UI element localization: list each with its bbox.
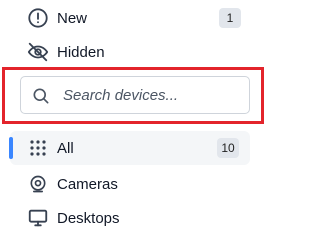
category-item-label: Desktops [57,209,120,227]
eye-off-icon [26,40,50,64]
count-badge: 1 [219,8,241,28]
monitor-icon [26,206,50,230]
category-item-label: Cameras [57,175,118,193]
count-badge: 10 [217,138,239,158]
sidebar-item-label: New [57,9,88,27]
grid-dots-icon [26,136,50,160]
category-item-label: All [57,139,74,157]
camera-icon [26,172,50,196]
search-icon [31,86,51,106]
sidebar-item-new[interactable]: New 1 [0,3,269,33]
category-item-cameras[interactable]: Cameras [0,169,269,199]
sidebar-item-hidden[interactable]: Hidden [0,37,269,67]
category-item-all[interactable]: All 10 [0,133,269,163]
category-item-desktops[interactable]: Desktops [0,203,269,233]
search-field[interactable] [20,76,250,114]
alert-circle-icon [26,6,50,30]
search-input[interactable] [63,77,243,113]
sidebar-item-label: Hidden [57,43,105,61]
